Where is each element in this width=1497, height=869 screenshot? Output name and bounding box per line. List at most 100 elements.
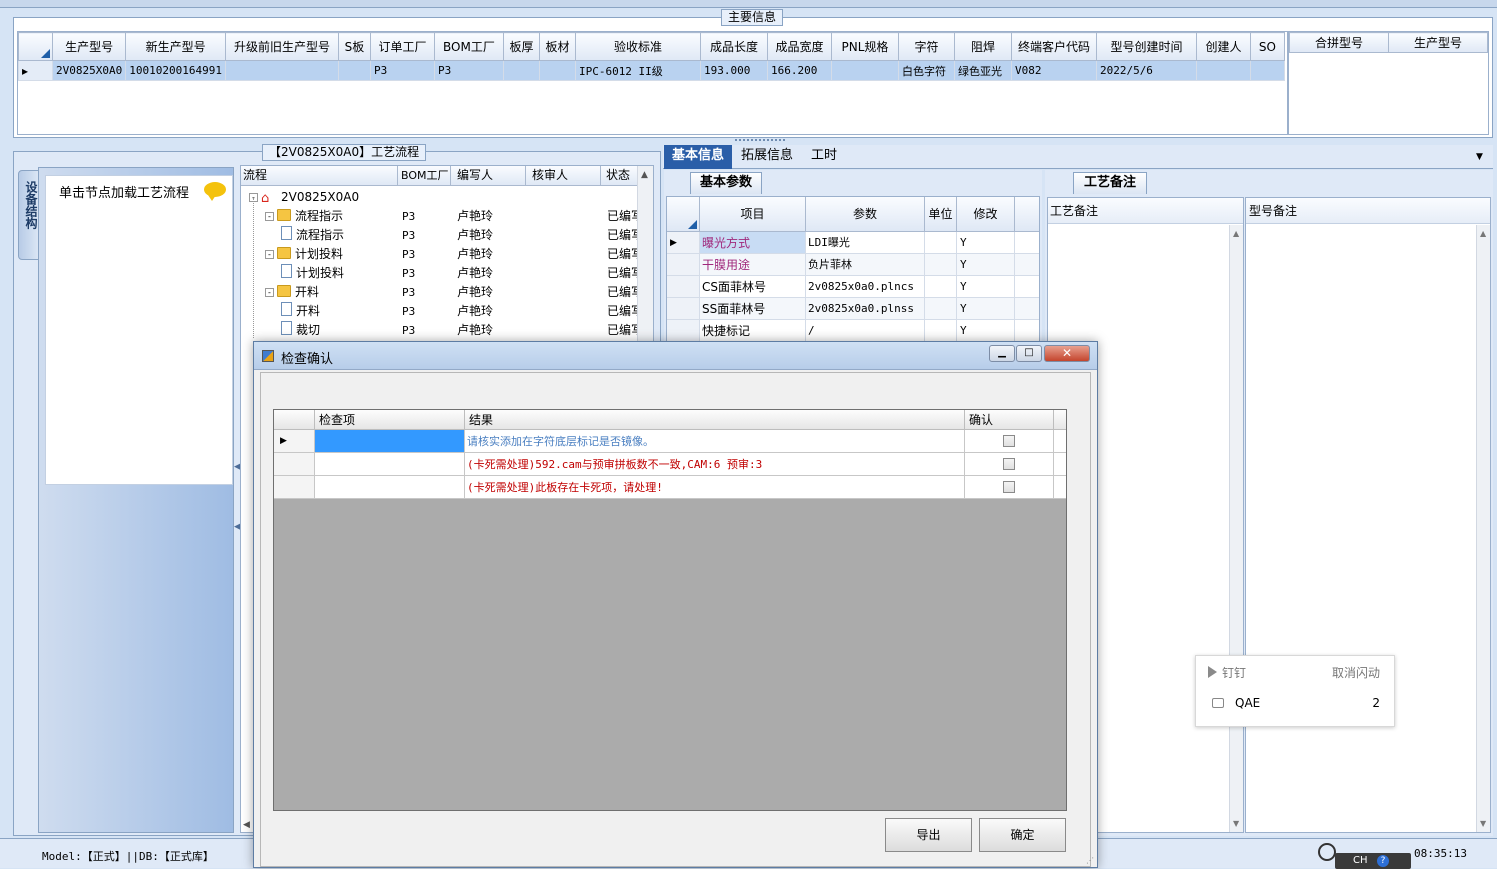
confirm-checkbox-cell[interactable] <box>965 430 1054 452</box>
params-col-modify[interactable]: 修改 <box>957 197 1015 231</box>
close-button[interactable]: ✕ <box>1044 345 1090 362</box>
model-remark-scrollbar[interactable]: ▲ ▼ <box>1476 225 1490 832</box>
tab-work-hours[interactable]: 工时 <box>803 145 845 169</box>
main-col-header[interactable]: S板 <box>337 32 371 61</box>
tree-row[interactable]: 开料 P3 卢艳玲 已编写 <box>241 302 643 321</box>
params-row-indicator[interactable] <box>667 320 700 341</box>
params-param[interactable]: 2v0825x0a0.plncs <box>806 276 925 297</box>
maximize-button[interactable]: □ <box>1016 345 1042 362</box>
resize-grip[interactable]: ⋰ <box>1086 856 1094 865</box>
main-cell[interactable] <box>1249 60 1285 81</box>
ok-button[interactable]: 确定 <box>979 818 1066 852</box>
col-status[interactable]: 状态 <box>601 166 639 185</box>
export-button[interactable]: 导出 <box>885 818 972 852</box>
combine-model-header[interactable]: 合拼型号 <box>1289 32 1389 53</box>
params-param[interactable]: 2v0825x0a0.plnss <box>806 298 925 319</box>
params-row[interactable]: SS面菲林号 2v0825x0a0.plnss Y <box>667 298 1039 320</box>
main-col-header[interactable]: 板材 <box>538 32 576 61</box>
params-row-indicator[interactable] <box>667 276 700 297</box>
main-col-header[interactable]: 终端客户代码 <box>1010 32 1097 61</box>
main-cell[interactable]: V082 <box>1010 60 1097 81</box>
main-cell[interactable] <box>502 60 540 81</box>
main-col-header[interactable]: 升级前旧生产型号 <box>224 32 339 61</box>
col-writer[interactable]: 编写人 <box>451 166 526 185</box>
main-col-header[interactable]: 阻焊 <box>953 32 1012 61</box>
main-col-header[interactable]: 型号创建时间 <box>1095 32 1197 61</box>
tree-hscroll-left[interactable]: ◀ <box>243 820 250 830</box>
main-col-header[interactable]: 字符 <box>897 32 955 61</box>
row-indicator[interactable]: ▸ <box>18 60 53 81</box>
confirm-checkbox[interactable] <box>1003 458 1015 470</box>
tree-row[interactable]: - 计划投料 P3 卢艳玲 已编写 <box>241 245 643 264</box>
dialog-titlebar[interactable]: 检查确认 ▁ □ ✕ <box>254 342 1097 370</box>
confirm-checkbox-cell[interactable] <box>965 453 1054 475</box>
check-row[interactable]: ▶ 请核实添加在字符底层标记是否镜像。 <box>274 430 1066 453</box>
remarks-tab[interactable]: 工艺备注 <box>1073 172 1147 194</box>
params-param[interactable]: LDI曝光 <box>806 232 925 253</box>
check-row[interactable]: (卡死需处理)此板存在卡死项，请处理! <box>274 476 1066 499</box>
params-col-param[interactable]: 参数 <box>806 197 925 231</box>
tab-dropdown-icon[interactable]: ▼ <box>1476 152 1483 162</box>
main-cell[interactable]: 2022/5/6 <box>1095 60 1197 81</box>
scroll-up-arrow[interactable]: ▲ <box>641 170 648 180</box>
main-cell[interactable]: 193.000 <box>699 60 768 81</box>
main-cell[interactable]: 10010200164991 <box>125 60 226 81</box>
params-col-unit[interactable]: 单位 <box>925 197 957 231</box>
expand-toggle-icon[interactable]: - <box>265 212 274 221</box>
tab-basic-info[interactable]: 基本信息 <box>664 145 733 169</box>
confirm-checkbox[interactable] <box>1003 481 1015 493</box>
ime-bar[interactable]: CH ? <box>1335 853 1411 869</box>
params-row[interactable]: 干膜用途 负片菲林 Y <box>667 254 1039 276</box>
main-col-header[interactable]: 新生产型号 <box>125 32 226 61</box>
check-row-indicator[interactable] <box>274 453 315 475</box>
main-col-header[interactable]: 生产型号 <box>51 32 127 61</box>
main-col-header[interactable]: 板厚 <box>502 32 540 61</box>
main-col-header[interactable]: SO <box>1249 32 1285 61</box>
main-cell[interactable] <box>1195 60 1251 81</box>
main-col-header[interactable]: 成品长度 <box>699 32 768 61</box>
cancel-flash-link[interactable]: 取消闪动 <box>1332 664 1380 681</box>
minimize-button[interactable]: ▁ <box>989 345 1015 362</box>
params-row[interactable]: ▶ 曝光方式 LDI曝光 Y <box>667 232 1039 254</box>
check-row-indicator[interactable] <box>274 476 315 498</box>
col-flow[interactable]: 流程 <box>241 166 398 185</box>
col-check-item[interactable]: 检查项 <box>315 410 465 429</box>
main-col-header[interactable]: PNL规格 <box>830 32 899 61</box>
main-cell[interactable]: 166.200 <box>766 60 832 81</box>
expand-toggle-icon[interactable]: - <box>265 288 274 297</box>
params-row[interactable]: 快捷标记 / Y <box>667 320 1039 342</box>
tree-row[interactable]: - 流程指示 P3 卢艳玲 已编写 <box>241 207 643 226</box>
main-cell[interactable] <box>337 60 371 81</box>
main-cell[interactable]: 2V0825X0A0 <box>51 60 127 81</box>
params-row[interactable]: CS面菲林号 2v0825x0a0.plncs Y <box>667 276 1039 298</box>
tree-row[interactable]: - 开料 P3 卢艳玲 已编写 <box>241 283 643 302</box>
main-cell[interactable]: P3 <box>433 60 504 81</box>
splitter-handle[interactable] <box>735 139 785 143</box>
main-cell[interactable]: 白色字符 <box>897 60 955 81</box>
params-row-indicator[interactable] <box>667 298 700 319</box>
basic-params-tab[interactable]: 基本参数 <box>690 172 762 194</box>
col-reviewer[interactable]: 核审人 <box>526 166 601 185</box>
check-item-cell[interactable] <box>315 476 465 498</box>
tab-extended-info[interactable]: 拓展信息 <box>733 145 801 169</box>
main-col-header[interactable]: 订单工厂 <box>369 32 435 61</box>
confirm-checkbox-cell[interactable] <box>965 476 1054 498</box>
main-cell[interactable]: 绿色亚光 <box>953 60 1012 81</box>
check-row[interactable]: (卡死需处理)592.cam与预审拼板数不一致,CAM:6 预审:3 <box>274 453 1066 476</box>
params-param[interactable]: 负片菲林 <box>806 254 925 275</box>
tree-row[interactable]: 裁切 P3 卢艳玲 已编写 <box>241 321 643 340</box>
tree-row[interactable]: 计划投料 P3 卢艳玲 已编写 <box>241 264 643 283</box>
tree-row[interactable]: 流程指示 P3 卢艳玲 已编写 <box>241 226 643 245</box>
col-bom[interactable]: BOM工厂 <box>398 166 451 185</box>
main-cell[interactable] <box>224 60 339 81</box>
params-row-indicator[interactable]: ▶ <box>667 232 700 253</box>
combine-production-header[interactable]: 生产型号 <box>1388 32 1488 53</box>
notification-item[interactable]: QAE <box>1235 696 1260 710</box>
check-item-cell[interactable] <box>315 430 465 452</box>
ime-help-icon[interactable]: ? <box>1377 855 1389 867</box>
tree-row[interactable]: - ⌂ 2V0825X0A0 <box>241 188 639 207</box>
main-cell[interactable]: P3 <box>369 60 435 81</box>
params-param[interactable]: / <box>806 320 925 341</box>
process-remark-scrollbar[interactable]: ▲ ▼ <box>1229 225 1243 832</box>
main-col-header[interactable]: 成品宽度 <box>766 32 832 61</box>
